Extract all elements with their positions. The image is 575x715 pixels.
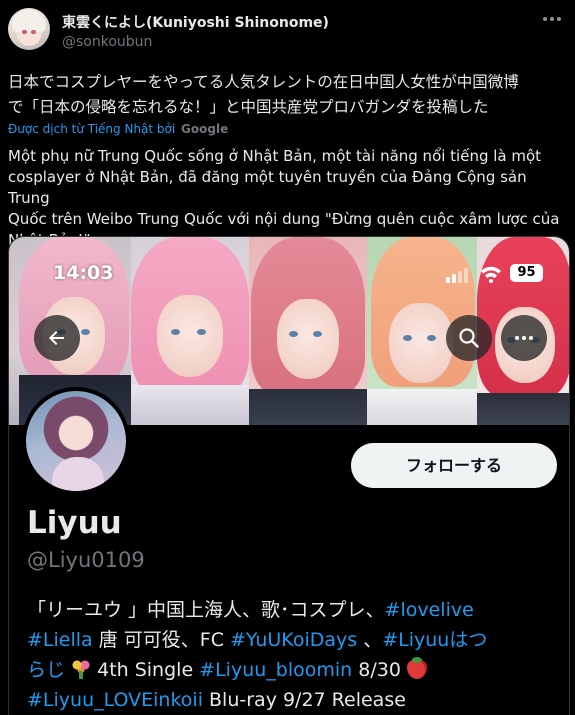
search-icon	[459, 328, 479, 348]
profile-handle: @Liyu0109	[27, 548, 145, 572]
hashtag-link[interactable]: #Liyuuはつ	[382, 629, 487, 651]
status-bar-time: 14:03	[53, 262, 114, 284]
profile-bio: 「リーユウ 」中国上海人、歌･コスプレ、#lovelive #Liella 唐 …	[27, 595, 567, 715]
translated-by-label: Được dịch từ Tiếng Nhật bởi	[8, 122, 176, 136]
hashtag-link[interactable]: #Liyuu_bloomin	[199, 659, 352, 681]
search-button[interactable]	[446, 315, 492, 361]
hashtag-link[interactable]: #Liyuu_LOVEinkoii	[27, 689, 203, 711]
google-logo: Google	[181, 122, 229, 136]
profile-avatar[interactable]	[22, 387, 130, 495]
more-options-button[interactable]	[501, 315, 547, 361]
bio-text: 4th Single	[91, 659, 200, 681]
hashtag-link[interactable]: らじ	[27, 659, 65, 681]
translated-by[interactable]: Được dịch từ Tiếng Nhật bởi Google	[8, 122, 228, 136]
hashtag-link[interactable]: #lovelive	[385, 599, 474, 621]
tweet-text: 日本でコスプレヤーをやってる人気タレントの在日中国人女性が中国微博 で「日本の侵…	[8, 70, 568, 120]
translated-text-line: Quốc trên Weibo Trung Quốc với nội dung …	[8, 210, 560, 228]
battery-icon: 95	[510, 264, 543, 282]
avatar-eye	[22, 30, 27, 34]
bio-text: Blu-ray 9/27 Release	[202, 689, 406, 711]
bio-text: 、	[357, 629, 383, 651]
bio-text: 唐 可可役、FC	[92, 629, 231, 651]
banner-photo	[131, 237, 249, 425]
wifi-icon	[481, 266, 501, 283]
signal-icon	[446, 267, 470, 283]
bio-text: 8/30	[352, 659, 407, 681]
follow-button[interactable]: フォローする	[351, 443, 557, 488]
author-name[interactable]: 東雲くによし(Kuniyoshi Shinonome)	[62, 12, 329, 32]
more-horizontal-icon	[515, 336, 533, 340]
bio-text: 「リーユウ 」中国上海人、歌･コスプレ、	[27, 599, 385, 621]
back-button[interactable]	[34, 315, 80, 361]
avatar-dress	[52, 457, 104, 491]
bouquet-icon	[71, 659, 92, 679]
bio-line: #Liella 唐 可可役、FC #YuUKoiDays 、#Liyuuはつ	[27, 625, 567, 655]
tweet-text-line: で「日本の侵略を忘れるな！」と中国共産党プロバガンダを投稿した	[8, 98, 489, 116]
attached-image[interactable]: 14:03 95 フォローする Liyuu @Liyu0109 「リーユウ 」中…	[8, 236, 570, 715]
tweet-text-line: 日本でコスプレヤーをやってる人気タレントの在日中国人女性が中国微博	[8, 73, 519, 91]
more-icon[interactable]	[541, 12, 563, 26]
arrow-left-icon	[49, 331, 64, 345]
hashtag-link[interactable]: #YuUKoiDays	[230, 629, 357, 651]
strawberry-icon	[406, 657, 427, 679]
tweet-header: 東雲くによし(Kuniyoshi Shinonome) @sonkoubun	[8, 8, 567, 56]
author-avatar[interactable]	[8, 8, 50, 50]
translated-text-line: cosplayer ở Nhật Bản, đã đăng một tuyên …	[8, 168, 527, 207]
bio-line: #Liyuu_LOVEinkoii Blu-ray 9/27 Release	[27, 685, 567, 715]
author-handle[interactable]: @sonkoubun	[62, 34, 152, 50]
banner-photo	[249, 237, 367, 425]
avatar-eye	[31, 30, 36, 34]
translated-text-line: Một phụ nữ Trung Quốc sống ở Nhật Bản, m…	[8, 147, 542, 165]
bio-line: 「リーユウ 」中国上海人、歌･コスプレ、#lovelive	[27, 595, 567, 625]
hashtag-link[interactable]: #Liella	[27, 629, 93, 651]
bio-line: らじ 4th Single #Liyuu_bloomin 8/30	[27, 655, 567, 685]
profile-name: Liyuu	[27, 505, 122, 541]
avatar-hair	[12, 10, 46, 32]
